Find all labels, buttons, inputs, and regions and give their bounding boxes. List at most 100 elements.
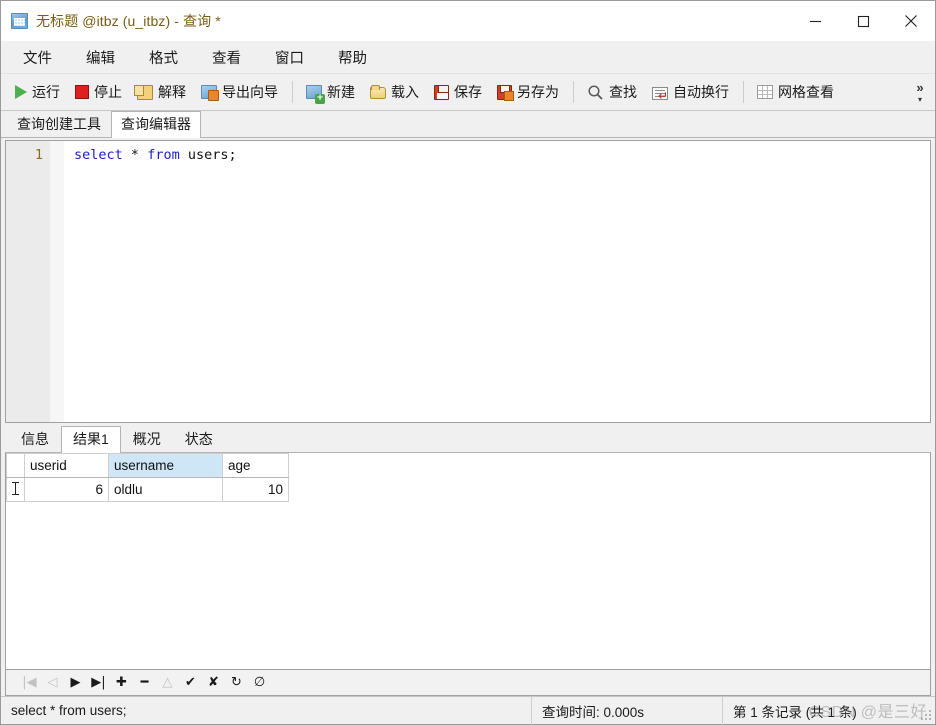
tab-status[interactable]: 状态	[172, 426, 225, 452]
toolbar-load-label: 载入	[391, 84, 419, 100]
toolbar-stop-button[interactable]: 停止	[69, 78, 128, 106]
next-record-button[interactable]: ▶	[64, 672, 87, 694]
menu-edit[interactable]: 编辑	[74, 43, 129, 72]
tab-info[interactable]: 信息	[9, 426, 61, 452]
run-play-icon	[15, 85, 27, 99]
grid-corner-header[interactable]	[6, 453, 25, 478]
title-bar: 无标题 @itbz (u_itbz) - 查询 *	[1, 1, 935, 41]
sql-editor[interactable]: 1 select * from users;	[5, 140, 931, 423]
toolbar-new-button[interactable]: 新建	[300, 78, 361, 106]
status-query-time: 查询时间: 0.000s	[542, 704, 645, 720]
sql-star: *	[130, 147, 140, 163]
fold-margin	[50, 141, 64, 422]
table-document-icon	[11, 13, 28, 29]
menu-view[interactable]: 查看	[200, 43, 255, 72]
sql-space-3	[180, 147, 188, 163]
editor-tab-bar: 查询创建工具 查询编辑器	[1, 111, 935, 138]
sql-code-area[interactable]: select * from users;	[64, 141, 930, 422]
edit-record-button[interactable]: △	[156, 672, 179, 694]
toolbar-load-button[interactable]: 载入	[364, 78, 425, 106]
toolbar-explain-label: 解释	[158, 84, 186, 100]
window-title: 无标题 @itbz (u_itbz) - 查询 *	[36, 13, 221, 29]
result-grid[interactable]: userid username age 6 oldlu 10	[6, 453, 289, 502]
chevron-down-icon: ▾	[917, 95, 922, 104]
minimize-icon	[809, 20, 821, 22]
toolbar-separator-2	[573, 81, 574, 103]
toolbar-save-label: 保存	[454, 84, 482, 100]
result-tab-bar: 信息 结果1 概况 状态	[5, 425, 931, 453]
toolbar-export-wizard-label: 导出向导	[222, 84, 278, 100]
word-wrap-icon	[652, 86, 668, 102]
toolbar-word-wrap-button[interactable]: 自动换行	[646, 78, 735, 106]
menu-help[interactable]: 帮助	[326, 43, 381, 72]
explain-icon	[134, 84, 153, 100]
tab-query-editor[interactable]: 查询编辑器	[111, 111, 201, 138]
sql-semicolon: ;	[228, 147, 237, 163]
toolbar-export-wizard-button[interactable]: 导出向导	[195, 78, 284, 106]
first-record-button[interactable]: |◀	[18, 672, 41, 694]
window-controls	[791, 1, 935, 41]
grid-view-icon	[757, 85, 773, 99]
delete-record-button[interactable]: ━	[133, 672, 156, 694]
status-bar: select * from users; 查询时间: 0.000s 第 1 条记…	[1, 696, 935, 725]
cell-username[interactable]: oldlu	[108, 477, 223, 502]
sql-keyword-select: select	[74, 147, 123, 163]
minimize-button[interactable]	[791, 1, 839, 41]
toolbar-word-wrap-label: 自动换行	[673, 84, 729, 100]
maximize-button[interactable]	[839, 1, 887, 41]
toolbar-save-as-label: 另存为	[517, 84, 559, 100]
cancel-changes-button[interactable]: ✘	[202, 672, 225, 694]
sql-space-1	[123, 147, 131, 163]
toolbar-run-label: 运行	[32, 84, 60, 100]
toolbar-overflow-button[interactable]: » ▾	[909, 74, 931, 111]
grid-header-userid[interactable]: userid	[24, 453, 109, 478]
toolbar-find-label: 查找	[609, 84, 637, 100]
toolbar-new-label: 新建	[327, 84, 355, 100]
save-as-icon	[497, 84, 514, 101]
menu-format[interactable]: 格式	[137, 43, 192, 72]
refresh-button[interactable]: ↻	[225, 672, 248, 694]
i-beam-cursor-icon	[12, 481, 19, 495]
toolbar-separator-3	[743, 81, 744, 103]
toolbar-find-button[interactable]: 查找	[581, 78, 643, 106]
menu-window[interactable]: 窗口	[263, 43, 318, 72]
record-nav-toolbar: |◀ ◁ ▶ ▶| ✚ ━ △ ✔ ✘ ↻ ∅	[5, 670, 931, 696]
main-toolbar: 运行 停止 解释 导出向导 新建 载入 保存 另存为	[1, 74, 935, 111]
apply-changes-button[interactable]: ✔	[179, 672, 202, 694]
editor-container: 1 select * from users;	[1, 138, 935, 425]
menu-file[interactable]: 文件	[11, 43, 66, 72]
last-record-button[interactable]: ▶|	[87, 672, 110, 694]
new-query-icon	[306, 85, 325, 104]
tab-profile[interactable]: 概况	[120, 426, 173, 452]
grid-header-age[interactable]: age	[222, 453, 289, 478]
status-record-info: 第 1 条记录 (共 1 条)	[733, 704, 857, 720]
toolbar-save-as-button[interactable]: 另存为	[491, 78, 565, 106]
sql-keyword-from: from	[147, 147, 180, 163]
title-bar-left: 无标题 @itbz (u_itbz) - 查询 *	[1, 11, 791, 31]
grid-header-username[interactable]: username	[108, 453, 223, 478]
results-panel: 信息 结果1 概况 状态 userid username age 6 oldlu…	[1, 425, 935, 670]
sql-space-2	[139, 147, 147, 163]
row-marker-cell[interactable]	[6, 477, 25, 502]
export-wizard-icon	[201, 85, 219, 101]
toolbar-explain-button[interactable]: 解释	[131, 78, 192, 106]
tab-query-builder[interactable]: 查询创建工具	[7, 111, 111, 137]
toolbar-grid-view-label: 网格查看	[778, 84, 834, 100]
stop-loading-button[interactable]: ∅	[248, 672, 271, 694]
status-sql-text: select * from users;	[11, 703, 127, 718]
prev-record-button[interactable]: ◁	[41, 672, 64, 694]
toolbar-run-button[interactable]: 运行	[9, 78, 66, 106]
menu-bar: 文件 编辑 格式 查看 窗口 帮助	[1, 41, 935, 74]
table-row[interactable]: 6 oldlu 10	[6, 477, 289, 502]
result-grid-container[interactable]: userid username age 6 oldlu 10	[5, 453, 931, 670]
toolbar-grid-view-button[interactable]: 网格查看	[751, 78, 840, 106]
cell-age[interactable]: 10	[222, 477, 289, 502]
resize-grip-icon[interactable]	[920, 709, 932, 721]
cell-userid[interactable]: 6	[24, 477, 109, 502]
add-record-button[interactable]: ✚	[110, 672, 133, 694]
close-button[interactable]	[887, 1, 935, 41]
tab-result1[interactable]: 结果1	[61, 426, 121, 453]
toolbar-separator-1	[292, 81, 293, 103]
toolbar-save-button[interactable]: 保存	[428, 78, 488, 106]
open-folder-icon	[370, 85, 386, 99]
